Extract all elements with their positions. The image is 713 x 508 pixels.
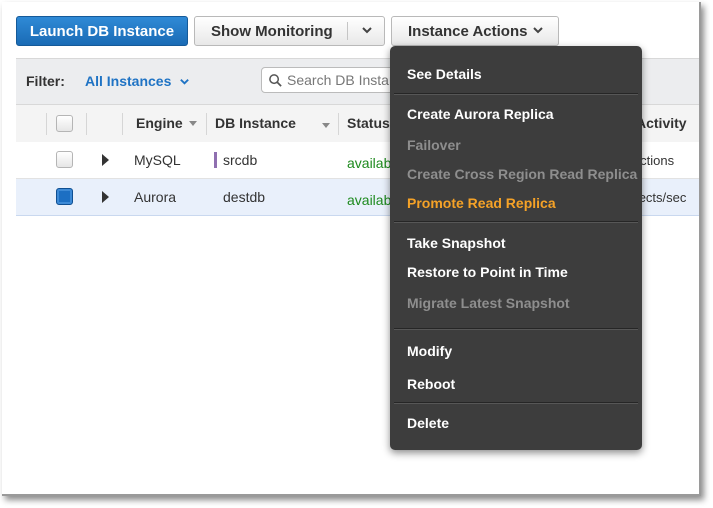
menu-item-create-cross-region-read-replica: Create Cross Region Read Replica [407,166,638,182]
db-instance-cell[interactable]: destdb [223,189,265,205]
column-header-db-instance[interactable]: DB Instance [215,115,296,131]
button-divider [347,22,348,40]
chevron-down-icon [180,78,190,85]
menu-item-reboot[interactable]: Reboot [407,376,455,392]
column-divider [206,113,207,135]
menu-item-restore-to-point-in-time[interactable]: Restore to Point in Time [407,264,568,280]
search-box[interactable] [261,67,411,93]
instance-actions-label: Instance Actions [408,22,528,40]
menu-item-promote-read-replica[interactable]: Promote Read Replica [407,195,556,211]
menu-divider [394,221,638,223]
engine-cell: MySQL [134,152,181,168]
menu-item-failover: Failover [407,137,461,153]
column-divider [122,113,123,135]
menu-item-create-aurora-replica[interactable]: Create Aurora Replica [407,106,554,122]
chevron-down-icon [532,24,544,36]
menu-divider [394,93,638,95]
replication-indicator [214,152,217,168]
chevron-down-icon[interactable] [361,24,373,36]
column-header-activity[interactable]: Activity [636,115,687,131]
menu-divider [394,402,638,404]
menu-item-modify[interactable]: Modify [407,343,452,359]
instance-filter-value: All Instances [85,73,172,89]
filter-label: Filter: [26,73,65,89]
menu-divider [394,328,638,330]
column-header-engine[interactable]: Engine [136,115,197,131]
engine-cell: Aurora [134,189,177,205]
column-divider [86,113,87,135]
search-icon [269,73,282,87]
row-checkbox[interactable] [56,151,73,168]
instance-filter-select[interactable]: All Instances [85,73,190,89]
menu-item-see-details[interactable]: See Details [407,66,482,82]
menu-item-take-snapshot[interactable]: Take Snapshot [407,235,506,251]
sort-arrow-icon [322,123,330,128]
sort-arrow-icon [188,121,197,126]
search-input[interactable] [287,72,407,88]
instance-actions-menu: See Details Create Aurora Replica Failov… [390,46,642,450]
show-monitoring-button[interactable]: Show Monitoring [194,16,385,46]
console-frame: Launch DB Instance Show Monitoring Insta… [2,2,701,496]
launch-db-instance-button[interactable]: Launch DB Instance [16,16,188,46]
expand-row-icon[interactable] [102,154,109,166]
column-divider [46,113,47,135]
db-instance-cell[interactable]: srcdb [223,152,257,168]
instance-actions-button[interactable]: Instance Actions [391,16,559,46]
select-all-checkbox[interactable] [56,115,73,132]
menu-item-migrate-latest-snapshot: Migrate Latest Snapshot [407,295,570,311]
expand-row-icon[interactable] [102,191,109,203]
show-monitoring-label: Show Monitoring [211,22,333,40]
column-header-status[interactable]: Status [347,115,390,131]
menu-item-delete[interactable]: Delete [407,415,449,431]
row-checkbox[interactable] [56,188,73,205]
column-divider [338,113,339,135]
